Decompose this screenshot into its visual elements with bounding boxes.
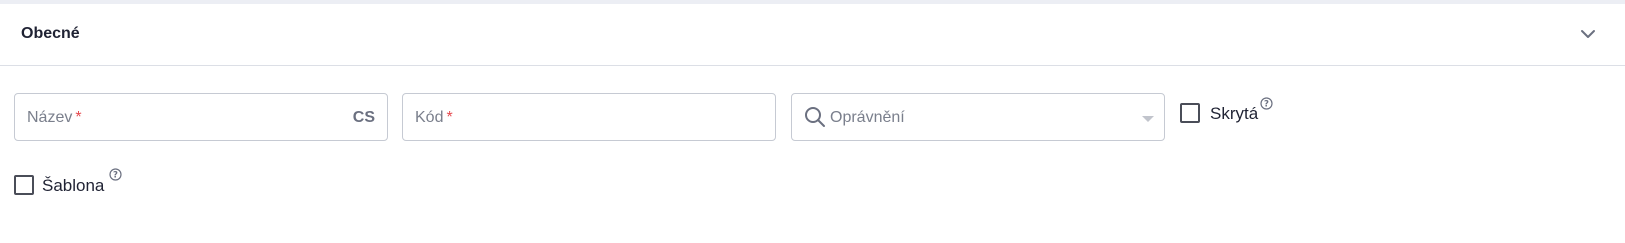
- name-field-label: Název *: [27, 109, 82, 126]
- permission-placeholder: Oprávnění: [830, 109, 905, 126]
- required-mark: *: [446, 109, 453, 126]
- required-mark: *: [75, 109, 82, 126]
- chevron-down-icon[interactable]: [1578, 24, 1598, 44]
- svg-text:?: ?: [1264, 100, 1269, 110]
- checkbox-box[interactable]: [1180, 103, 1200, 123]
- section-header-general[interactable]: Obecné: [0, 4, 1625, 66]
- code-field[interactable]: Kód *: [402, 93, 776, 141]
- template-checkbox[interactable]: Šablona: [14, 175, 124, 199]
- language-tag[interactable]: CS: [353, 109, 375, 127]
- svg-text:?: ?: [113, 171, 118, 181]
- hidden-checkbox[interactable]: Skrytá: [1180, 103, 1290, 127]
- search-icon: [805, 107, 825, 127]
- checkbox-box[interactable]: [14, 175, 34, 195]
- section-title: Obecné: [21, 25, 80, 42]
- code-field-label: Kód *: [415, 109, 453, 126]
- permission-select[interactable]: Oprávnění: [791, 93, 1165, 141]
- caret-down-icon[interactable]: [1142, 116, 1154, 122]
- template-checkbox-label: Šablona: [42, 176, 105, 195]
- name-field[interactable]: Název * CS: [14, 93, 388, 141]
- hidden-checkbox-label: Skrytá: [1210, 104, 1259, 123]
- question-circle-icon[interactable]: ?: [109, 168, 122, 181]
- question-circle-icon[interactable]: ?: [1260, 97, 1273, 110]
